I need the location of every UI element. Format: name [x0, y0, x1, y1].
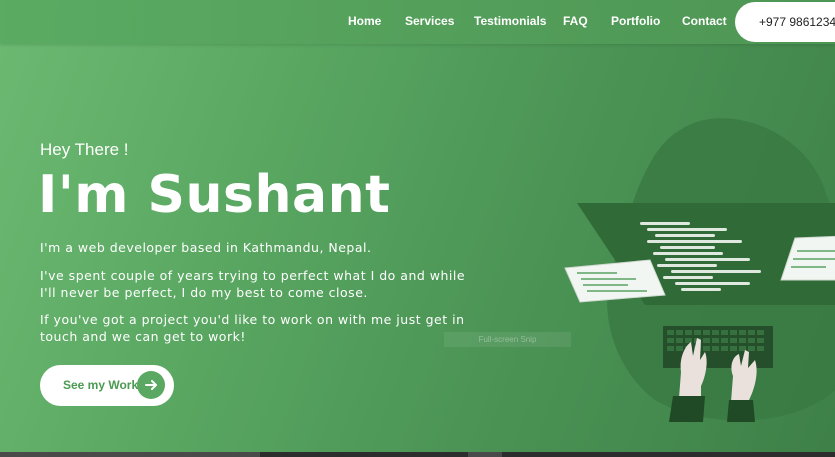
- phone-button[interactable]: +977 9861234567: [735, 2, 835, 42]
- nav-link-services[interactable]: Services: [405, 14, 454, 28]
- hero-description-text: I've spent couple of years trying to per…: [40, 268, 466, 300]
- hero-contact-text: If you've got a project you'd like to wo…: [40, 312, 465, 344]
- bottom-edge-segment: [468, 452, 502, 457]
- navbar: Home Services Testimonials FAQ Portfolio…: [0, 0, 835, 44]
- hero-intro-text: I'm a web developer based in Kathmandu, …: [40, 240, 372, 255]
- see-my-work-button[interactable]: See my Work: [40, 365, 174, 406]
- snip-overlay-label: Full-screen Snip: [444, 332, 571, 347]
- nav-link-testimonials[interactable]: Testimonials: [474, 14, 546, 28]
- coding-illustration: [564, 118, 835, 422]
- nav-link-home[interactable]: Home: [348, 14, 381, 28]
- hero-title: I'm Sushant: [38, 165, 391, 225]
- hero-greeting: Hey There !: [40, 140, 129, 159]
- see-my-work-label: See my Work: [63, 378, 139, 392]
- nav-link-faq[interactable]: FAQ: [563, 14, 588, 28]
- nav-link-portfolio[interactable]: Portfolio: [611, 14, 660, 28]
- nav-link-contact[interactable]: Contact: [682, 14, 727, 28]
- bottom-edge-segment: [0, 452, 260, 457]
- arrow-right-icon: [137, 371, 165, 399]
